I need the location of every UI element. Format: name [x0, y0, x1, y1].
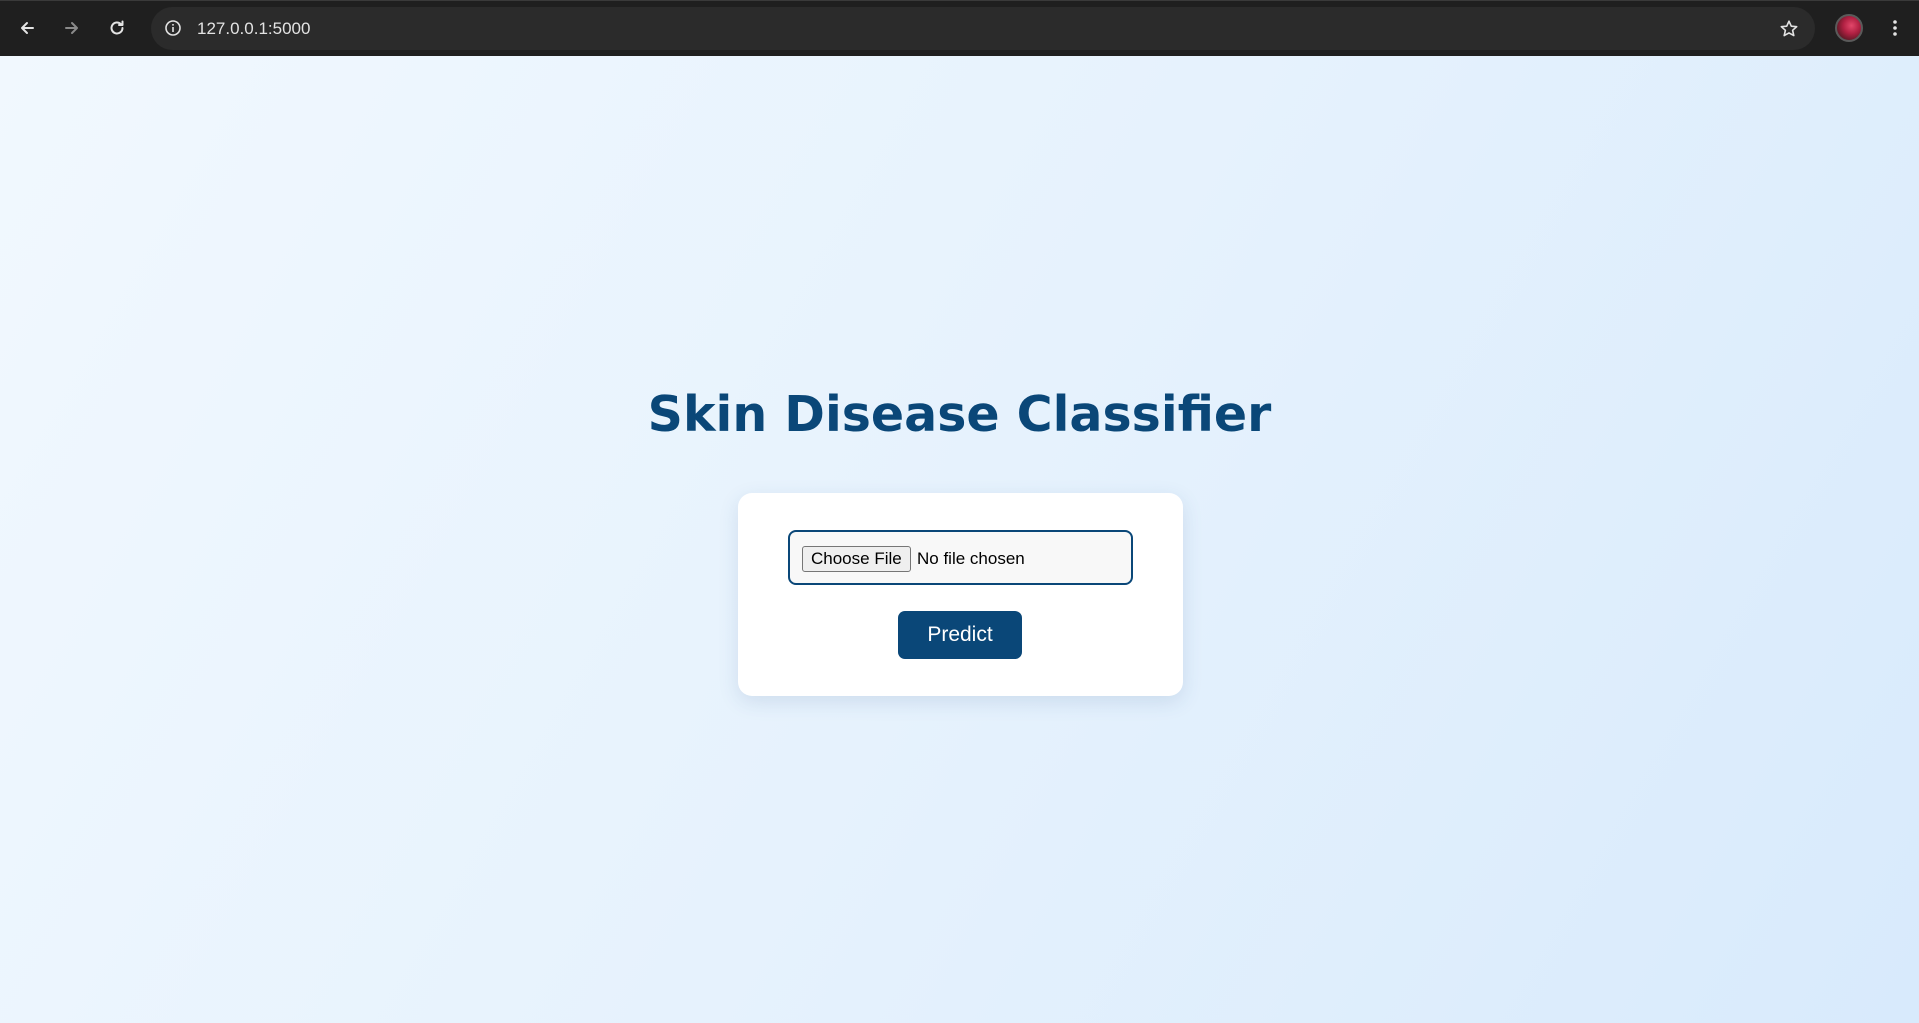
back-button[interactable]: [11, 12, 43, 44]
url-text[interactable]: 127.0.0.1:5000: [197, 7, 310, 50]
upload-card: Choose File No file chosen Predict: [738, 493, 1183, 696]
bookmark-button[interactable]: [1773, 13, 1805, 45]
predict-button[interactable]: Predict: [898, 611, 1022, 659]
kebab-menu-icon: [1893, 20, 1897, 36]
site-info-button[interactable]: [159, 14, 187, 42]
page-title: Skin Disease Classifier: [647, 386, 1272, 443]
star-icon: [1780, 20, 1798, 37]
reload-icon: [110, 20, 124, 35]
browser-toolbar: 127.0.0.1:5000: [0, 0, 1919, 56]
forward-button[interactable]: [56, 12, 88, 44]
page-viewport: Skin Disease Classifier Choose File No f…: [0, 56, 1919, 1023]
address-bar[interactable]: 127.0.0.1:5000: [151, 7, 1815, 50]
choose-file-button[interactable]: Choose File: [802, 546, 911, 572]
profile-avatar[interactable]: [1835, 14, 1863, 42]
arrow-right-icon: [65, 22, 78, 34]
reload-button[interactable]: [101, 12, 133, 44]
info-icon: [165, 20, 181, 36]
arrow-left-icon: [21, 22, 34, 34]
file-input[interactable]: Choose File No file chosen: [788, 530, 1133, 585]
browser-menu-button[interactable]: [1879, 12, 1911, 44]
file-status-text: No file chosen: [917, 549, 1025, 568]
